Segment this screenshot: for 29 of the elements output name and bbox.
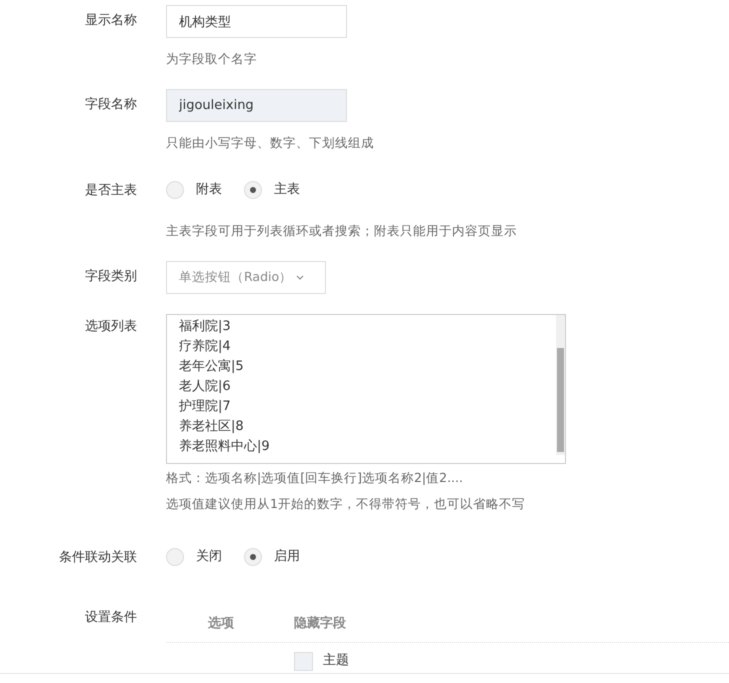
hint-text: 选项值建议使用从1开始的数字，不得带符号，也可以省略不写 (166, 495, 526, 513)
field-label: 是否主表 (84, 182, 137, 200)
radio-label[interactable]: 启用 (274, 547, 300, 567)
hint-text: 为字段取个名字 (166, 50, 258, 68)
field-label: 字段类别 (84, 268, 137, 286)
radio-button[interactable] (166, 181, 184, 199)
field-label: 显示名称 (84, 12, 137, 30)
radio-label[interactable]: 附表 (196, 180, 222, 200)
scrollbar[interactable] (556, 315, 565, 455)
display-name-input[interactable]: 机构类型 (166, 5, 347, 38)
options-textarea[interactable]: 福利院|3 疗养院|4 老年公寓|5 老人院|6 护理院|7 养老社区|8 养老照料中心|9 (166, 314, 566, 464)
field-label: 条件联动关联 (58, 549, 137, 567)
radio-button[interactable] (244, 548, 262, 566)
hint-text: 主表字段可用于列表循环或者搜索；附表只能用于内容页显示 (166, 222, 518, 240)
checkbox[interactable] (294, 652, 313, 670)
field-label: 字段名称 (84, 96, 137, 114)
chevron-down-icon (296, 275, 304, 280)
column-header: 选项 (208, 615, 235, 633)
field-type-dropdown[interactable]: 单选按钮（Radio） (166, 261, 326, 294)
hint-text: 只能由小写字母、数字、下划线组成 (166, 134, 375, 152)
field-label: 选项列表 (84, 318, 137, 336)
column-header: 隐藏字段 (294, 614, 346, 633)
checkbox-label[interactable]: 主题 (323, 651, 349, 671)
radio-label[interactable]: 关闭 (196, 547, 222, 567)
radio-button[interactable] (166, 548, 184, 566)
radio-button[interactable] (244, 181, 262, 199)
radio-label[interactable]: 主表 (274, 180, 300, 200)
hint-text: 格式：选项名称|选项值[回车换行]选项名称2|值2.... (166, 469, 464, 487)
field-label: 设置条件 (84, 609, 137, 627)
